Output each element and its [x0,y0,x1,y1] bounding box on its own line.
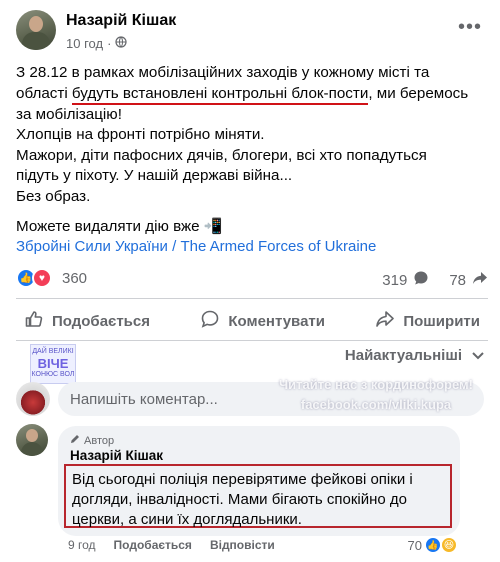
comment-reply-button[interactable]: Відповісти [210,538,275,552]
haha-reaction-icon: 😆 [440,536,458,554]
share-button[interactable]: Поширити [367,305,488,337]
post-actions: Подобається Коментувати Поширити [16,305,488,337]
chevron-down-icon [472,347,484,364]
comment-icon [200,309,220,333]
share-icon [375,309,395,333]
comment-author-name[interactable]: Назарій Кішак [70,448,163,463]
pencil-icon [70,434,80,447]
thumbs-up-icon [24,309,44,333]
reaction-count[interactable]: 360 [62,270,87,287]
reaction-icons[interactable]: 👍 ♥ [16,268,52,288]
author-badge: Автор [70,434,114,447]
comment-bubble-icon [413,270,429,290]
comment-author-avatar[interactable] [16,424,48,456]
source-logo: ДАЙ ВЕЛИКІ ВІЧЕ КОНЮС ВОЛ [30,344,76,384]
comment-bubble: Автор Назарій Кішак Від сьогодні поліція… [58,426,460,536]
post-meta: 10 год · [66,36,128,51]
love-reaction-icon: ♥ [32,268,52,288]
comment-button[interactable]: Коментувати [192,305,333,337]
post-line: підуть у піхоту. У нашій державі війна..… [16,167,293,184]
post-body: З 28.12 в рамках мобілізаційних заходів … [16,63,488,238]
post-line: області будуть встановлені контрольні бл… [16,84,488,105]
author-avatar[interactable] [16,10,56,50]
reaction-bar: 👍 ♥ 360 319 78 [16,268,488,290]
post-line: за мобілізацію! [16,105,122,123]
share-count[interactable]: 78 [449,272,466,289]
more-icon[interactable]: ••• [458,16,482,39]
comment-reactions[interactable]: 70 👍 😆 [408,536,458,554]
post-time[interactable]: 10 год [66,36,103,51]
comment-reaction-count: 70 [407,537,422,553]
post-line: Можете видаляти дію вже 📲 [16,218,223,235]
post-line: Хлопців на фронті потрібно міняти. [16,126,265,143]
post-line: Без образ. [16,187,91,205]
comment-meta: 9 год Подобається Відповісти [68,538,275,552]
divider [16,340,488,341]
post-header: Назарій Кішак 10 год · ••• [16,10,486,56]
watermark: Читайте нас з кординофорем! facebook.com… [279,377,473,412]
highlighted-phrase: будуть встановлені контрольні блок-пости [71,85,369,105]
comment-text: Від сьогодні поліція перевірятиме фейков… [64,464,452,528]
post-line: Мажори, діти пафосних дячів, блогери, вс… [16,146,427,164]
current-user-avatar[interactable] [16,382,50,416]
divider [16,298,488,299]
engagement-stats: 319 78 [382,270,488,290]
like-button[interactable]: Подобається [16,305,158,337]
author-comment: Автор Назарій Кішак Від сьогодні поліція… [16,424,488,554]
comment-sort-dropdown[interactable]: Найактуальніші [345,347,484,364]
globe-icon [115,36,128,51]
share-arrow-icon [472,270,488,290]
comment-time[interactable]: 9 год [68,538,96,552]
comment-like-button[interactable]: Подобається [114,538,192,552]
post-line: З 28.12 в рамках мобілізаційних заходів … [16,64,430,81]
post-author-name[interactable]: Назарій Кішак [66,12,176,30]
comment-count[interactable]: 319 [382,272,407,289]
group-link[interactable]: Збройні Сили України / The Armed Forces … [16,238,376,255]
